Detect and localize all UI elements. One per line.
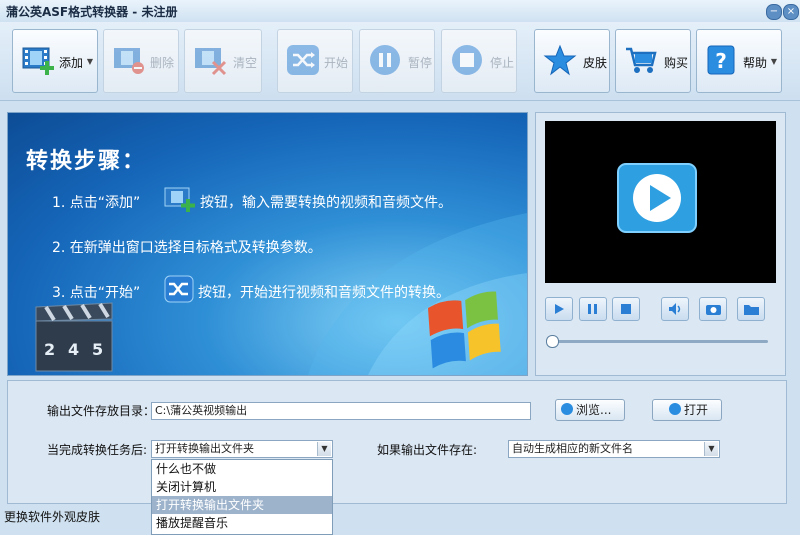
star-icon — [543, 44, 577, 76]
pause-icon — [370, 45, 400, 75]
start-label: 开始 — [324, 56, 349, 70]
start-button[interactable]: 开始 — [277, 29, 353, 93]
step3-text-a: 3. 点击“开始” — [52, 285, 141, 301]
skin-label: 皮肤 — [583, 56, 608, 70]
volume-button[interactable] — [661, 297, 689, 321]
after-task-label: 当完成转换任务后: — [47, 443, 148, 457]
clapper-digit-1: 2 — [44, 340, 56, 359]
skin-button[interactable]: 皮肤 — [534, 29, 610, 93]
instructions-banner: 转换步骤： 1. 点击“添加” 按钮，输入需要转换的视频和音频文件。 2. 在新… — [7, 112, 528, 376]
pause-button[interactable]: 暂停 — [359, 29, 435, 93]
snapshot-button[interactable] — [699, 297, 727, 321]
chevron-down-icon[interactable]: ▼ — [317, 442, 331, 456]
file-exists-select[interactable]: 自动生成相应的新文件名 ▼ — [508, 440, 720, 458]
buy-label: 购买 — [664, 56, 689, 70]
clapper-digit-3: 5 — [92, 340, 104, 359]
progress-slider[interactable] — [552, 340, 768, 343]
stop-button[interactable]: 停止 — [441, 29, 517, 93]
help-dropdown-icon[interactable]: ▼ — [771, 57, 777, 66]
toolbar: 添加 ▼ 删除 清空 开始 暂停 停止 皮肤 购买 ? 帮助 ▼ — [0, 22, 800, 101]
volume-icon — [669, 303, 681, 315]
clapperboard-icon — [35, 302, 113, 372]
stop-icon — [621, 304, 631, 314]
help-icon: ? — [707, 45, 735, 75]
title-bar: 蒲公英ASF格式转换器 - 未注册 − × — [0, 0, 800, 23]
clapper-digit-2: 4 — [68, 340, 80, 359]
film-clear-icon — [195, 48, 227, 76]
film-add-icon — [22, 47, 54, 75]
stop-icon — [452, 45, 482, 75]
close-button[interactable]: × — [783, 4, 799, 20]
window-title: 蒲公英ASF格式转换器 - 未注册 — [6, 5, 178, 19]
buy-button[interactable]: 购买 — [615, 29, 691, 93]
output-dir-field[interactable]: C:\蒲公英视频输出 — [151, 402, 531, 420]
stop-label: 停止 — [490, 56, 515, 70]
snapshot-icon — [706, 305, 721, 315]
progress-knob[interactable] — [546, 335, 559, 348]
open-folder-button[interactable] — [737, 297, 765, 321]
cart-icon — [626, 47, 657, 73]
settings-panel: 输出文件存放目录： C:\蒲公英视频输出 浏览... 打开 当完成转换任务后: … — [7, 380, 787, 504]
open-label: 打开 — [684, 403, 709, 417]
after-task-select[interactable]: 打开转换输出文件夹 ▼ — [151, 440, 333, 458]
pause-icon — [588, 304, 597, 314]
chevron-down-icon[interactable]: ▼ — [704, 442, 718, 456]
pause-label: 暂停 — [408, 56, 433, 70]
player-stop-button[interactable] — [612, 297, 640, 321]
svg-text:?: ? — [715, 49, 727, 73]
folder-icon — [744, 305, 759, 315]
status-bar: 更换软件外观皮肤 — [0, 505, 800, 533]
status-text: 更换软件外观皮肤 — [4, 510, 101, 524]
after-task-dropdown-list: 什么也不做 关闭计算机 打开转换输出文件夹 播放提醒音乐 — [151, 459, 333, 535]
delete-button[interactable]: 删除 — [103, 29, 179, 93]
help-label: 帮助 — [743, 56, 768, 70]
step3-text-b: 按钮，开始进行视频和音频文件的转换。 — [198, 285, 450, 301]
add-dropdown-icon[interactable]: ▼ — [87, 57, 93, 66]
minimize-button[interactable]: − — [766, 4, 782, 20]
film-remove-icon — [114, 48, 144, 74]
output-dir-label: 输出文件存放目录： — [47, 404, 156, 418]
shuffle-icon — [287, 45, 319, 75]
browse-label: 浏览... — [576, 403, 612, 417]
step2-text: 2. 在新弹出窗口选择目标格式及转换参数。 — [52, 240, 322, 256]
help-button[interactable]: ? 帮助 ▼ — [696, 29, 782, 93]
after-task-value: 打开转换输出文件夹 — [155, 442, 254, 455]
option-shutdown[interactable]: 关闭计算机 — [152, 478, 332, 496]
delete-label: 删除 — [150, 56, 175, 70]
add-label: 添加 — [59, 56, 84, 70]
option-open-output-folder[interactable]: 打开转换输出文件夹 — [152, 496, 332, 514]
film-reel-icon — [669, 403, 681, 415]
add-button[interactable]: 添加 ▼ — [12, 29, 98, 93]
browse-button[interactable]: 浏览... — [555, 399, 625, 421]
option-play-alert-music[interactable]: 播放提醒音乐 — [152, 514, 332, 532]
browse-icon — [561, 403, 573, 415]
preview-panel — [535, 112, 786, 376]
video-screen — [545, 121, 776, 283]
steps-heading: 转换步骤： — [26, 149, 147, 174]
play-tile-icon — [617, 163, 697, 233]
open-button[interactable]: 打开 — [652, 399, 722, 421]
player-pause-button[interactable] — [579, 297, 607, 321]
play-icon — [555, 304, 564, 314]
option-do-nothing[interactable]: 什么也不做 — [152, 460, 332, 478]
step1-text-b: 按钮，输入需要转换的视频和音频文件。 — [200, 195, 452, 211]
step1-text-a: 1. 点击“添加” — [52, 195, 141, 211]
clear-label: 清空 — [233, 56, 258, 70]
play-button[interactable] — [545, 297, 573, 321]
file-exists-label: 如果输出文件存在: — [377, 443, 478, 457]
inline-add-icon — [164, 187, 195, 212]
file-exists-value: 自动生成相应的新文件名 — [512, 442, 633, 455]
inline-shuffle-icon — [164, 275, 194, 303]
clear-button[interactable]: 清空 — [184, 29, 262, 93]
